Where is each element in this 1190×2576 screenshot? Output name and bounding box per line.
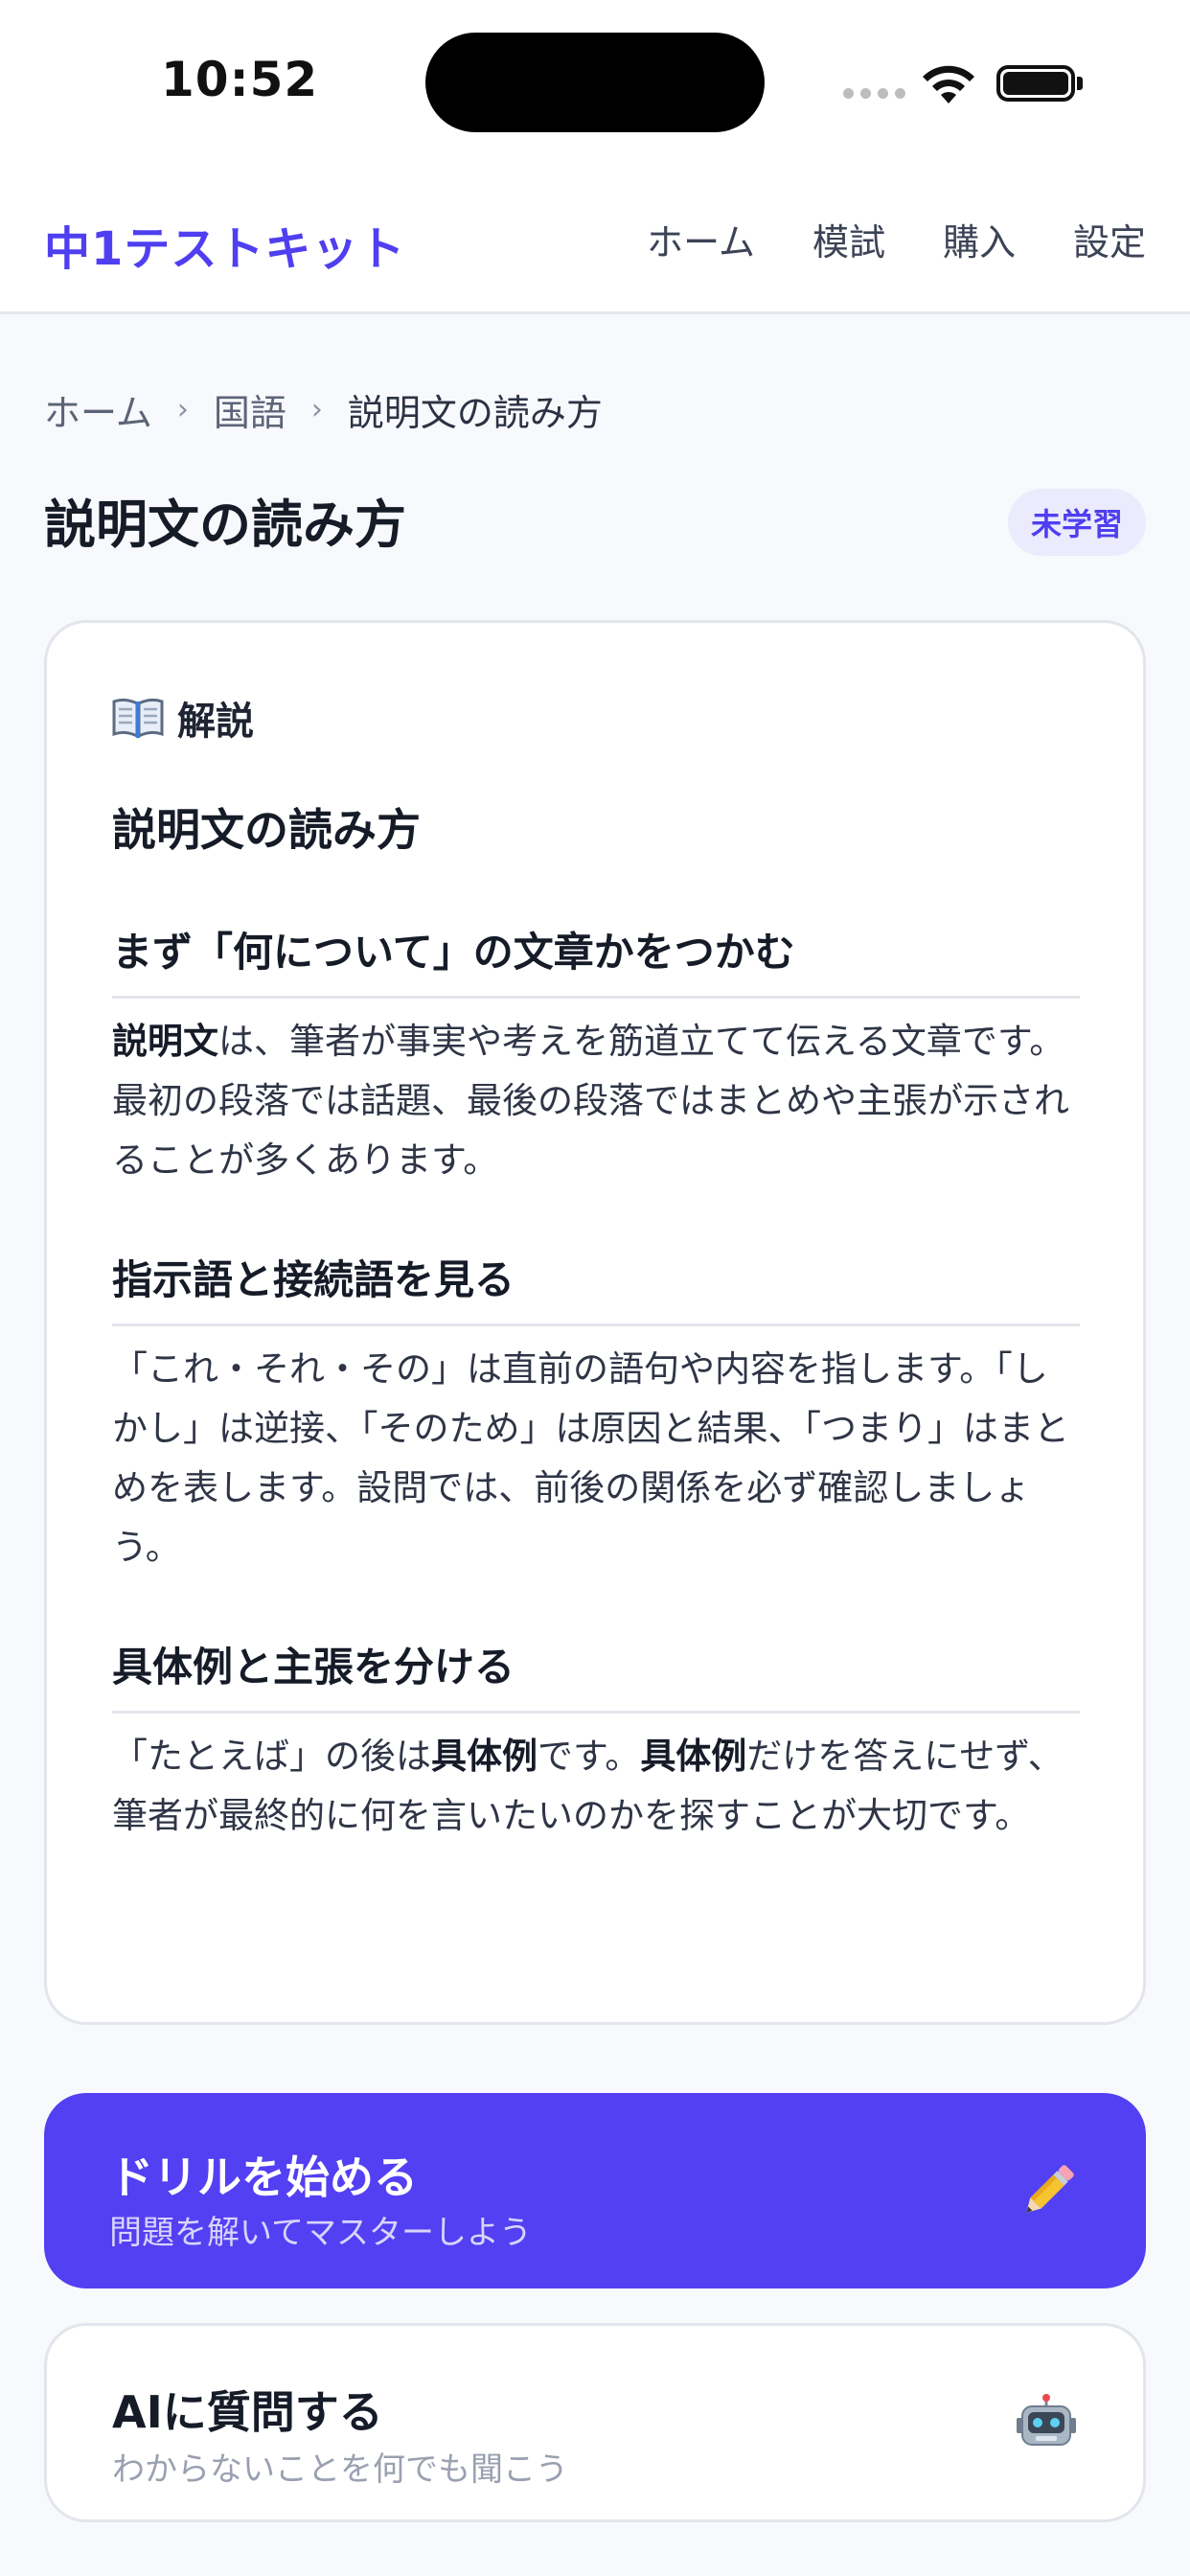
dynamic-island bbox=[425, 33, 765, 132]
chevron-right-icon: › bbox=[310, 393, 323, 426]
page-title: 説明文の読み方 bbox=[44, 494, 406, 555]
explanation-label-text: 解説 bbox=[177, 700, 254, 744]
nav-mock-exam[interactable]: 模試 bbox=[812, 213, 885, 265]
explanation-content: 説明文の読み方 まず「何について」の文章かをつかむ 説明文は、筆者が事実や考えを… bbox=[112, 795, 1080, 1903]
nav-purchase[interactable]: 購入 bbox=[943, 213, 1016, 265]
status-time: 10:52 bbox=[161, 52, 319, 107]
breadcrumb-home[interactable]: ホーム bbox=[44, 383, 152, 436]
app-title[interactable]: 中1テストキット bbox=[44, 211, 405, 278]
battery-nub bbox=[1077, 77, 1083, 90]
explanation-card: 解説 説明文の読み方 まず「何について」の文章かをつかむ 説明文は、筆者が事実や… bbox=[44, 620, 1146, 2025]
breadcrumb: ホーム › 国語 › 説明文の読み方 bbox=[44, 383, 603, 436]
status-badge: 未学習 bbox=[1007, 489, 1146, 556]
main-nav: ホーム 模試 購入 設定 bbox=[647, 213, 1146, 265]
app-header: 中1テストキット ホーム 模試 購入 設定 bbox=[0, 163, 1190, 314]
drill-button-title: ドリルを始める bbox=[109, 2151, 418, 2203]
start-drill-button[interactable]: ドリルを始める 問題を解いてマスターしよう bbox=[44, 2093, 1146, 2288]
open-book-icon bbox=[112, 698, 164, 739]
section-body: 説明文は、筆者が事実や考えを筋道立てて伝える文章です。最初の段落では話題、最後の… bbox=[112, 1021, 1069, 1181]
key-term: 具体例 bbox=[640, 1736, 747, 1777]
key-term: 説明文 bbox=[112, 1021, 218, 1062]
article-title: 説明文の読み方 bbox=[112, 804, 421, 856]
drill-button-subtitle: 問題を解いてマスターしよう bbox=[109, 2214, 532, 2252]
nav-settings[interactable]: 設定 bbox=[1073, 213, 1146, 265]
pencil-icon bbox=[1026, 2165, 1074, 2213]
section-body: 「たとえば」の後は具体例です。具体例だけを答えにせず、筆者が最終的に何を言いたい… bbox=[112, 1736, 1064, 1836]
breadcrumb-subject[interactable]: 国語 bbox=[214, 383, 286, 436]
breadcrumb-current: 説明文の読み方 bbox=[347, 392, 603, 434]
key-term: 具体例 bbox=[431, 1736, 538, 1777]
section-heading: 具体例と主張を分ける bbox=[112, 1635, 1080, 1714]
status-bar: 10:52 bbox=[0, 0, 1190, 163]
robot-icon bbox=[1017, 2394, 1076, 2446]
section-body: 「これ・それ・その」は直前の語句や内容を指します。「しかし」は逆接、「そのため」… bbox=[112, 1348, 1069, 1568]
nav-home[interactable]: ホーム bbox=[647, 213, 755, 265]
ai-button-subtitle: わからないことを何でも聞こう bbox=[112, 2450, 568, 2489]
ask-ai-button[interactable]: AIに質問する わからないことを何でも聞こう bbox=[44, 2323, 1146, 2522]
section-heading: まず「何について」の文章かをつかむ bbox=[112, 920, 1080, 999]
battery-icon bbox=[996, 65, 1075, 102]
section-heading: 指示語と接続語を見る bbox=[112, 1248, 1080, 1326]
ai-button-title: AIに質問する bbox=[112, 2386, 383, 2438]
wifi-icon bbox=[923, 65, 974, 104]
explanation-label: 解説 bbox=[112, 690, 254, 746]
cellular-signal-icon bbox=[843, 88, 905, 99]
chevron-right-icon: › bbox=[176, 393, 189, 426]
